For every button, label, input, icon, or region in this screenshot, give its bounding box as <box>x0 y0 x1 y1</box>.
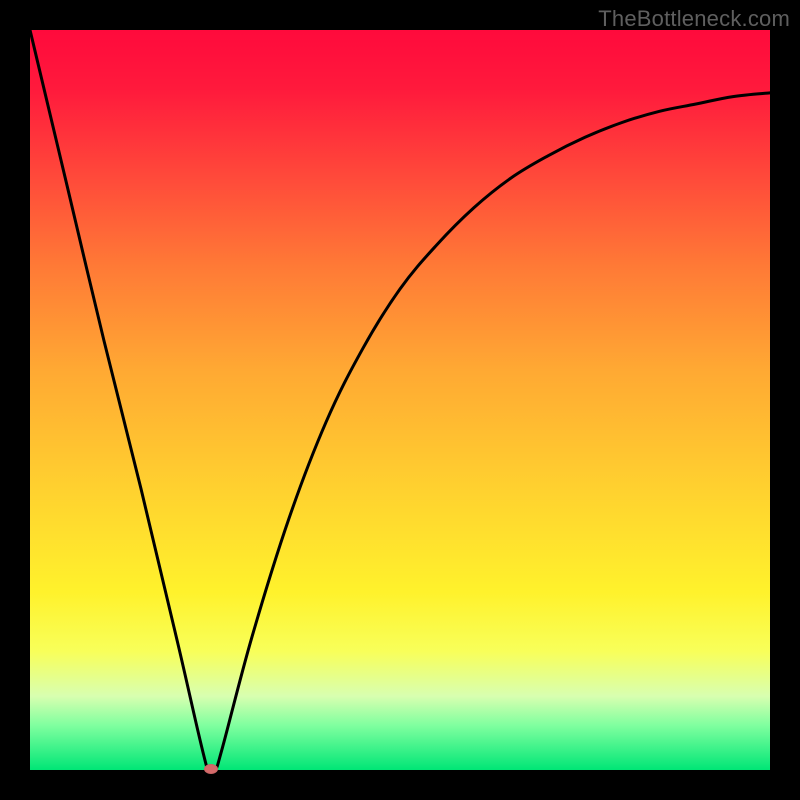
watermark-text: TheBottleneck.com <box>598 6 790 32</box>
optimum-marker <box>204 764 218 774</box>
bottleneck-curve <box>30 30 770 770</box>
chart-plot-area <box>30 30 770 770</box>
